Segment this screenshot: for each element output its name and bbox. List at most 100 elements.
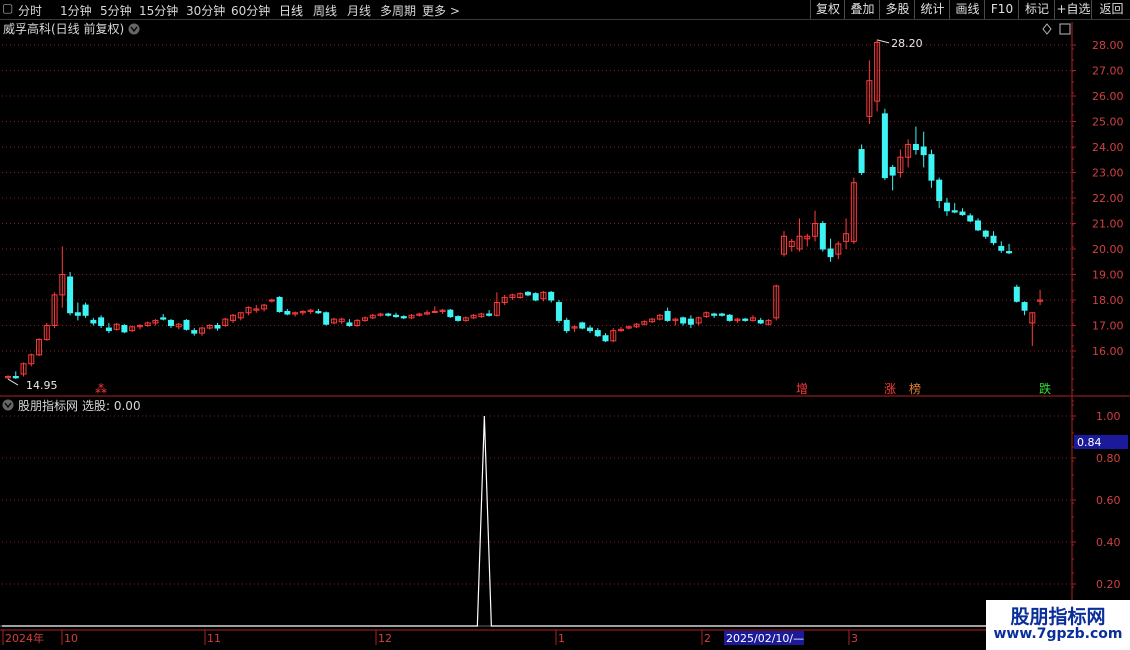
candle — [889, 164, 896, 191]
candle-body-down — [998, 245, 1005, 251]
event-marker[interactable]: 涨 — [884, 381, 896, 396]
candle — [28, 353, 35, 367]
panel-toggle-icon[interactable]: ▢ — [2, 1, 13, 15]
candle — [625, 325, 632, 330]
candle — [548, 291, 555, 303]
candle-body-down — [12, 376, 19, 379]
high-label: 28.20 — [891, 37, 923, 50]
candle — [641, 320, 648, 326]
cursor-date-label: 2025/02/10/— — [726, 632, 804, 645]
candle — [199, 326, 205, 336]
candle — [742, 317, 749, 322]
candle — [1021, 301, 1028, 316]
candle-body-down — [579, 322, 586, 329]
toolbar-button-8[interactable]: 返回 — [1091, 0, 1130, 19]
event-marker[interactable]: ⁂ — [95, 382, 107, 396]
candle-body-down — [455, 316, 462, 321]
candle-body-down — [393, 314, 399, 318]
date-label: 1 — [558, 632, 565, 645]
candle — [540, 291, 547, 302]
candle — [486, 310, 493, 317]
window-square-icon[interactable] — [1059, 23, 1071, 35]
period-tab-9[interactable]: 多周期 — [380, 2, 416, 19]
candle — [253, 305, 260, 313]
candle-body-down — [167, 319, 174, 326]
period-tab-10[interactable]: 更多 > — [422, 2, 460, 19]
candle-body-down — [943, 202, 950, 212]
period-tab-1[interactable]: 1分钟 — [60, 2, 92, 19]
candle — [377, 312, 384, 317]
date-label: 2024年 — [5, 631, 44, 645]
candle — [183, 319, 190, 331]
candle — [835, 241, 842, 260]
candle — [680, 316, 687, 326]
date-axis: 2024年 10 11 12 1 2 32025/02/10/— — [2, 630, 858, 645]
period-tab-7[interactable]: 周线 — [313, 2, 337, 19]
price-tick-label: 23.00 — [1092, 167, 1124, 180]
candle-body-down — [951, 210, 958, 213]
candle — [905, 139, 912, 168]
candle-body-down — [183, 319, 190, 330]
candle — [524, 291, 531, 297]
candle-body-down — [711, 313, 718, 316]
candle — [160, 314, 167, 321]
candle — [1037, 289, 1044, 306]
candle — [307, 308, 314, 315]
indicator-tick-label: 0.40 — [1096, 536, 1121, 549]
candle — [881, 108, 888, 181]
toolbar-button-2[interactable]: 多股 — [879, 0, 915, 19]
price-tick-label: 20.00 — [1092, 243, 1124, 256]
candle-body-down — [346, 322, 353, 327]
indicator-title: 股朋指标网 — [18, 398, 78, 413]
toolbar-button-0[interactable]: 复权 — [810, 0, 845, 19]
stock-title-dropdown-icon[interactable] — [128, 23, 140, 35]
period-tab-8[interactable]: 月线 — [347, 2, 371, 19]
candle-body-down — [975, 220, 981, 231]
candle — [346, 319, 353, 327]
period-tab-0[interactable]: 分时 — [18, 2, 42, 19]
period-tab-3[interactable]: 15分钟 — [139, 2, 178, 19]
candle-body-down — [67, 276, 74, 314]
candle — [144, 321, 151, 327]
candle-body-down — [1013, 286, 1020, 302]
indicator-dropdown-icon[interactable] — [2, 399, 14, 411]
period-tab-6[interactable]: 日线 — [279, 2, 303, 19]
candle — [284, 308, 291, 316]
candle-body-down — [90, 319, 97, 324]
event-marker[interactable]: 跌 — [1039, 381, 1051, 396]
indicator-tick-label: 0.80 — [1096, 452, 1121, 465]
candle — [703, 311, 710, 318]
period-tab-5[interactable]: 60分钟 — [231, 2, 270, 19]
toolbar-button-1[interactable]: 叠加 — [844, 0, 880, 19]
price-tick-label: 26.00 — [1092, 90, 1124, 103]
period-tab-4[interactable]: 30分钟 — [186, 2, 225, 19]
candle-body-down — [827, 248, 834, 258]
date-label: 10 — [64, 632, 78, 645]
candle — [517, 292, 524, 299]
watermark-url: www.7gpzb.com — [993, 626, 1123, 642]
toolbar-button-4[interactable]: 画线 — [949, 0, 985, 19]
candle — [509, 293, 516, 300]
candle-body-down — [718, 313, 725, 316]
candle — [43, 322, 50, 341]
toolbar-button-6[interactable]: 标记 — [1018, 0, 1055, 19]
event-marker[interactable]: 增 — [796, 382, 808, 396]
watermark-title: 股朋指标网 — [1010, 606, 1106, 628]
period-tab-2[interactable]: 5分钟 — [100, 2, 132, 19]
indicator-tick-label: 0.20 — [1096, 578, 1121, 591]
candle — [532, 292, 539, 302]
price-tick-label: 19.00 — [1092, 269, 1124, 282]
toolbar-button-5[interactable]: F10 — [984, 0, 1019, 19]
toolbar-button-7[interactable]: +自选 — [1054, 0, 1092, 19]
candle — [812, 210, 819, 242]
candle — [656, 314, 663, 321]
diamond-icon[interactable] — [1042, 23, 1052, 35]
candle — [843, 218, 850, 249]
candle — [20, 362, 27, 377]
event-marker[interactable]: 榜 — [909, 381, 921, 396]
candle — [587, 325, 593, 334]
toolbar-button-3[interactable]: 统计 — [914, 0, 950, 19]
candle — [408, 314, 415, 320]
candle-body-down — [602, 335, 609, 342]
candle-body-down — [680, 317, 687, 324]
